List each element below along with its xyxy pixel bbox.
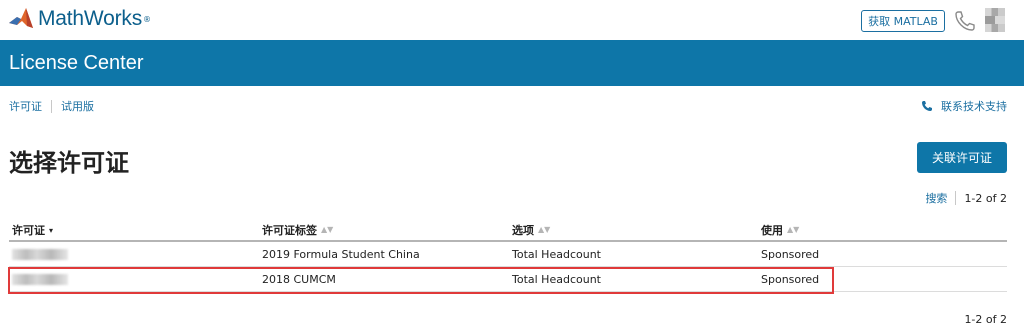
column-header-label: 许可证标签 bbox=[262, 224, 317, 237]
sort-icon: ▲▼ bbox=[538, 225, 551, 234]
nav-licenses-link[interactable]: 许可证 bbox=[9, 98, 42, 114]
use-cell: Sponsored bbox=[761, 248, 820, 261]
brand-name: MathWorks bbox=[38, 7, 142, 30]
column-header-option[interactable]: 选项 ▲▼ bbox=[512, 222, 550, 238]
banner-title: License Center bbox=[9, 52, 144, 74]
result-count-bottom: 1-2 of 2 bbox=[964, 313, 1007, 326]
table-header: 许可证 ▾ 许可证标签 ▲▼ 选项 ▲▼ 使用 ▲▼ bbox=[9, 214, 1007, 242]
page-title: 选择许可证 bbox=[9, 149, 129, 177]
result-count: 1-2 of 2 bbox=[964, 191, 1007, 205]
sort-icon: ▲▼ bbox=[787, 225, 800, 234]
search-link[interactable]: 搜索 bbox=[925, 190, 947, 206]
link-license-button[interactable]: 关联许可证 bbox=[917, 142, 1007, 173]
option-cell: Total Headcount bbox=[512, 248, 601, 261]
column-header-label: 选项 bbox=[512, 224, 534, 237]
get-matlab-button[interactable]: 获取 MATLAB bbox=[861, 10, 945, 32]
user-avatar[interactable] bbox=[985, 8, 1005, 32]
sub-navigation: 许可证 试用版 bbox=[9, 98, 94, 114]
contact-support-link[interactable]: 联系技术支持 bbox=[921, 98, 1007, 114]
pager-top: 搜索 1-2 of 2 bbox=[925, 190, 1007, 206]
phone-icon[interactable] bbox=[953, 9, 977, 33]
table-row[interactable]: 2019 Formula Student China Total Headcou… bbox=[9, 242, 1007, 267]
highlight-annotation-box bbox=[8, 267, 834, 294]
contact-support-label: 联系技术支持 bbox=[941, 100, 1007, 113]
pager-divider bbox=[955, 191, 957, 205]
column-header-use[interactable]: 使用 ▲▼ bbox=[761, 222, 799, 238]
registered-mark: ® bbox=[143, 14, 151, 24]
membrane-logo-icon bbox=[9, 8, 33, 28]
column-header-label: 使用 bbox=[761, 224, 783, 237]
mathworks-logo[interactable]: MathWorks ® bbox=[8, 5, 151, 33]
sort-icon: ▲▼ bbox=[321, 225, 334, 234]
nav-divider bbox=[51, 99, 52, 113]
top-header: MathWorks ® 获取 MATLAB bbox=[0, 0, 1024, 40]
sort-desc-icon: ▾ bbox=[49, 225, 54, 235]
column-header-license[interactable]: 许可证 ▾ bbox=[12, 222, 53, 238]
phone-icon bbox=[922, 101, 932, 111]
license-number-redacted[interactable] bbox=[12, 249, 68, 260]
license-label-cell: 2019 Formula Student China bbox=[262, 248, 420, 261]
license-center-banner: License Center bbox=[0, 40, 1024, 86]
nav-trials-link[interactable]: 试用版 bbox=[61, 98, 94, 114]
column-header-license-label[interactable]: 许可证标签 ▲▼ bbox=[262, 222, 333, 238]
column-header-label: 许可证 bbox=[12, 224, 45, 237]
